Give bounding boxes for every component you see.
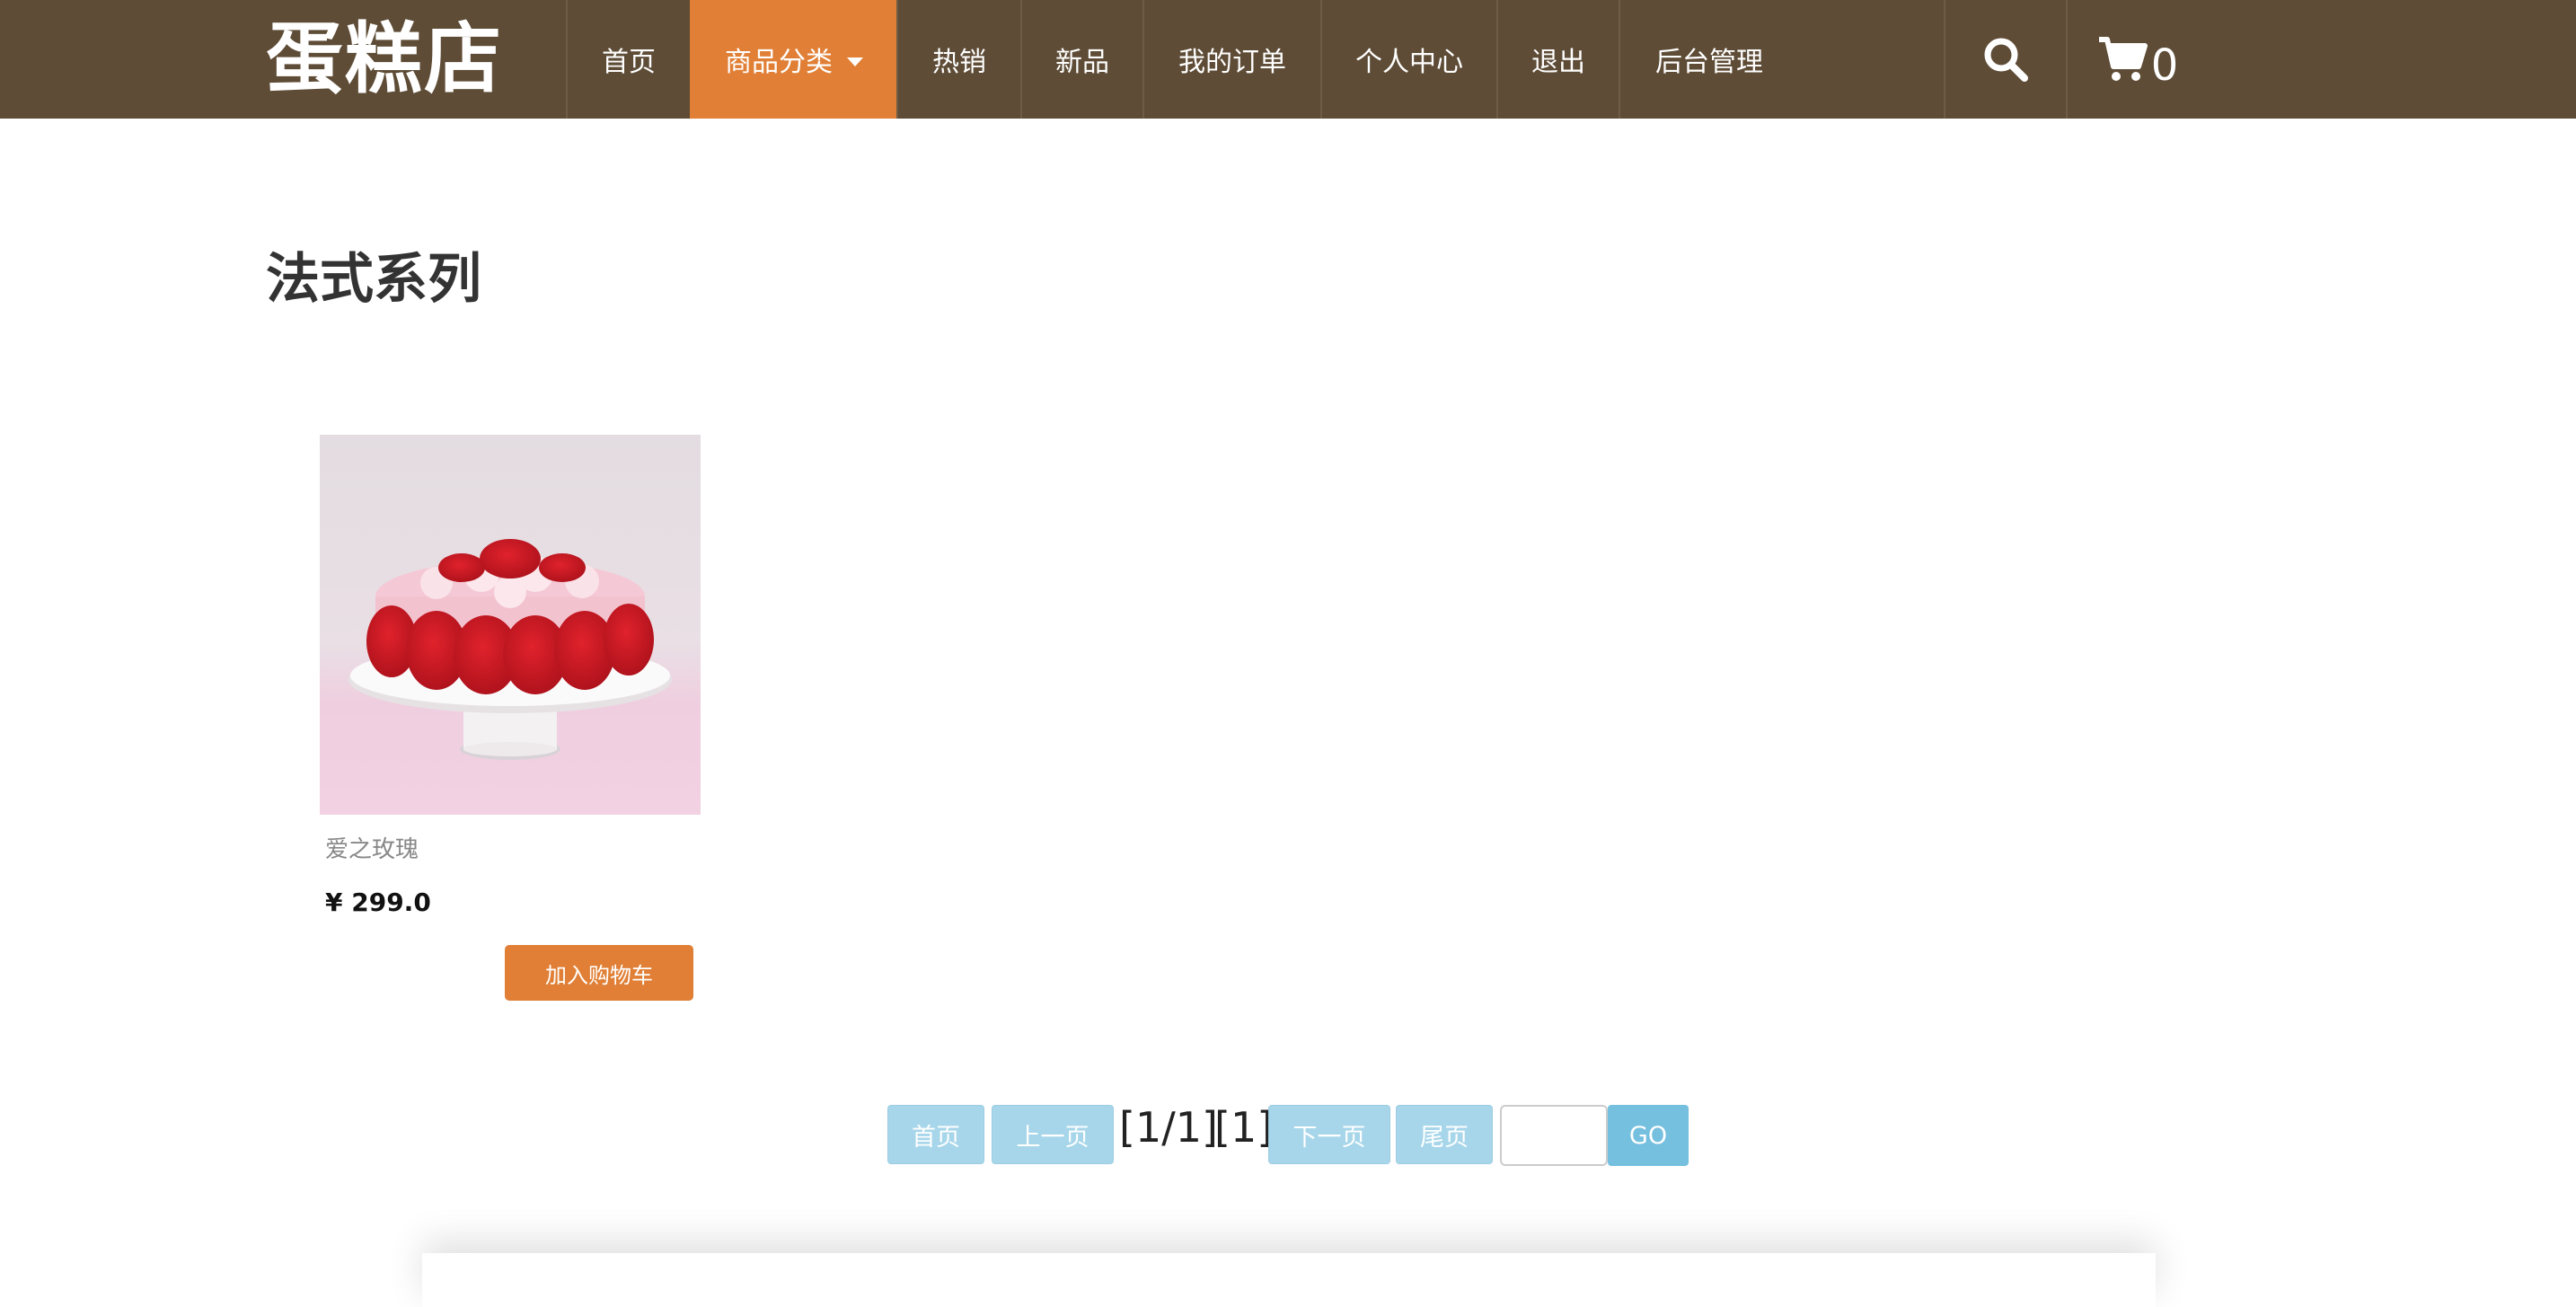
nav-categories-label: 商品分类	[725, 47, 833, 78]
pager-next-button[interactable]: 下一页	[1268, 1105, 1390, 1164]
cart-count: 0	[2150, 40, 2179, 91]
nav-profile-label: 个人中心	[1355, 47, 1463, 78]
nav-new[interactable]: 新品	[1020, 0, 1142, 119]
cart-icon	[2098, 37, 2148, 81]
nav-new-label: 新品	[1055, 47, 1109, 78]
product-price: ¥ 299.0	[325, 888, 431, 917]
nav-divider	[2066, 0, 2068, 119]
pager-prev-button[interactable]: 上一页	[992, 1105, 1114, 1164]
footer-edge	[422, 1253, 2156, 1307]
top-nav-bar: 蛋糕店 首页 商品分类 热销 新品 我的订单 个人中心 退出 后台管理 0	[0, 0, 2576, 119]
pager-first-button[interactable]: 首页	[887, 1105, 984, 1164]
pager-jump-input[interactable]	[1500, 1105, 1608, 1166]
product-image[interactable]	[320, 435, 701, 815]
nav-hot-label: 热销	[932, 47, 986, 78]
nav-home-label: 首页	[602, 47, 656, 78]
page-title: 法式系列	[266, 248, 481, 311]
nav-my-orders[interactable]: 我的订单	[1142, 0, 1320, 119]
nav-profile[interactable]: 个人中心	[1320, 0, 1496, 119]
product-name[interactable]: 爱之玫瑰	[325, 831, 701, 864]
logo[interactable]: 蛋糕店	[266, 7, 503, 111]
nav-admin-label: 后台管理	[1655, 47, 1763, 78]
search-button[interactable]	[1945, 0, 2066, 119]
pager-last-button[interactable]: 尾页	[1396, 1105, 1493, 1164]
product-card: 爱之玫瑰 ¥ 299.0 加入购物车	[320, 435, 701, 1001]
add-to-cart-button[interactable]: 加入购物车	[505, 945, 693, 1001]
caret-down-icon	[847, 57, 863, 66]
pager-current-page: [1]	[1214, 1103, 1274, 1152]
nav-my-orders-label: 我的订单	[1178, 47, 1286, 78]
search-icon	[1984, 38, 2028, 82]
pagination: 首页 上一页 [1/1] [1] 下一页 尾页 GO	[0, 1103, 2576, 1168]
cart-button[interactable]: 0	[2084, 0, 2192, 119]
nav-home[interactable]: 首页	[566, 0, 690, 119]
nav-categories-dropdown[interactable]: 商品分类	[690, 0, 896, 119]
nav-hot[interactable]: 热销	[896, 0, 1020, 119]
pager-go-button[interactable]: GO	[1608, 1105, 1689, 1166]
nav-admin[interactable]: 后台管理	[1619, 0, 1798, 119]
nav-logout-label: 退出	[1531, 47, 1585, 78]
nav-logout[interactable]: 退出	[1496, 0, 1619, 119]
pager-page-info: [1/1]	[1119, 1103, 1218, 1152]
